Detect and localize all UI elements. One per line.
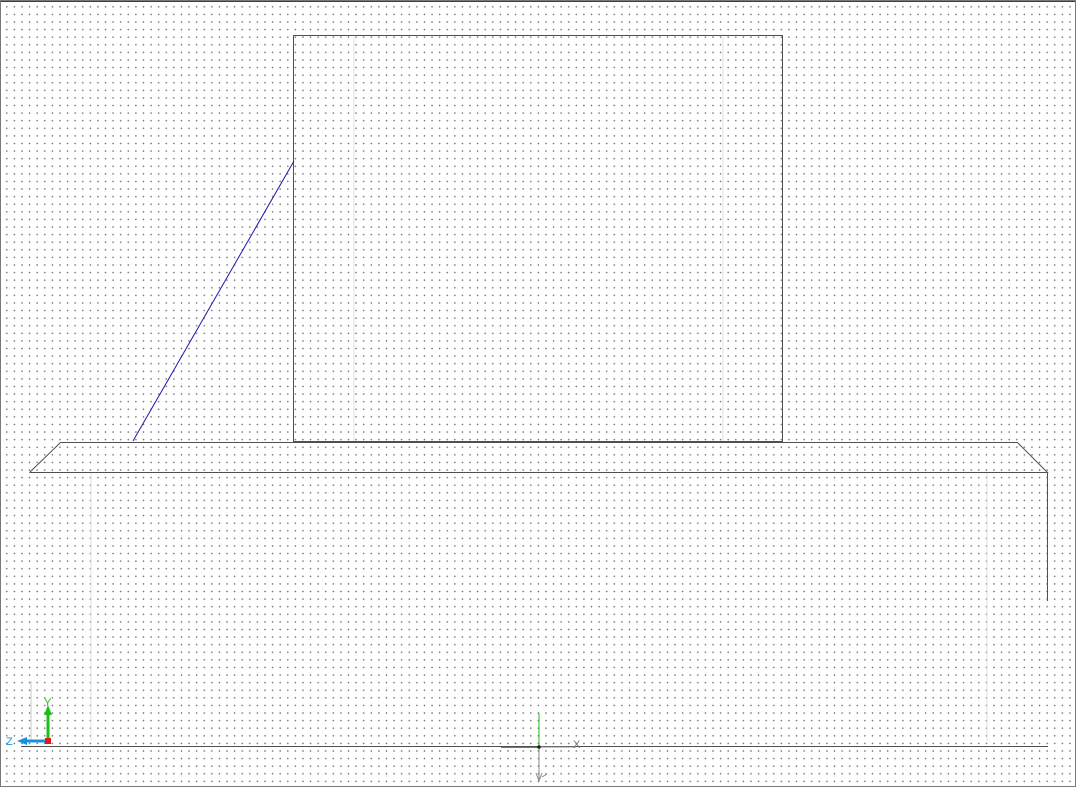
base-top-face[interactable]	[29, 442, 1049, 473]
drawing-viewport[interactable]: X Y Z	[0, 0, 1076, 787]
origin-small-glyph-icon	[535, 772, 548, 783]
ucs-origin-icon: X	[501, 713, 581, 783]
selected-diagonal-line[interactable]	[132, 160, 295, 442]
model-geometry	[21, 35, 1049, 747]
triad-z-arrow	[17, 737, 27, 745]
construction-lines	[90, 37, 988, 741]
triad-z-label: Z	[6, 736, 13, 748]
origin-x-label: X	[573, 739, 581, 751]
triad-x-axis	[45, 738, 51, 744]
drawing-canvas[interactable]: X Y Z	[1, 1, 1075, 786]
triad-y-label: Y	[44, 697, 52, 709]
upper-block-outline[interactable]	[293, 35, 783, 442]
origin-point	[537, 745, 541, 749]
axis-triad-icon: Y Z	[6, 681, 52, 748]
